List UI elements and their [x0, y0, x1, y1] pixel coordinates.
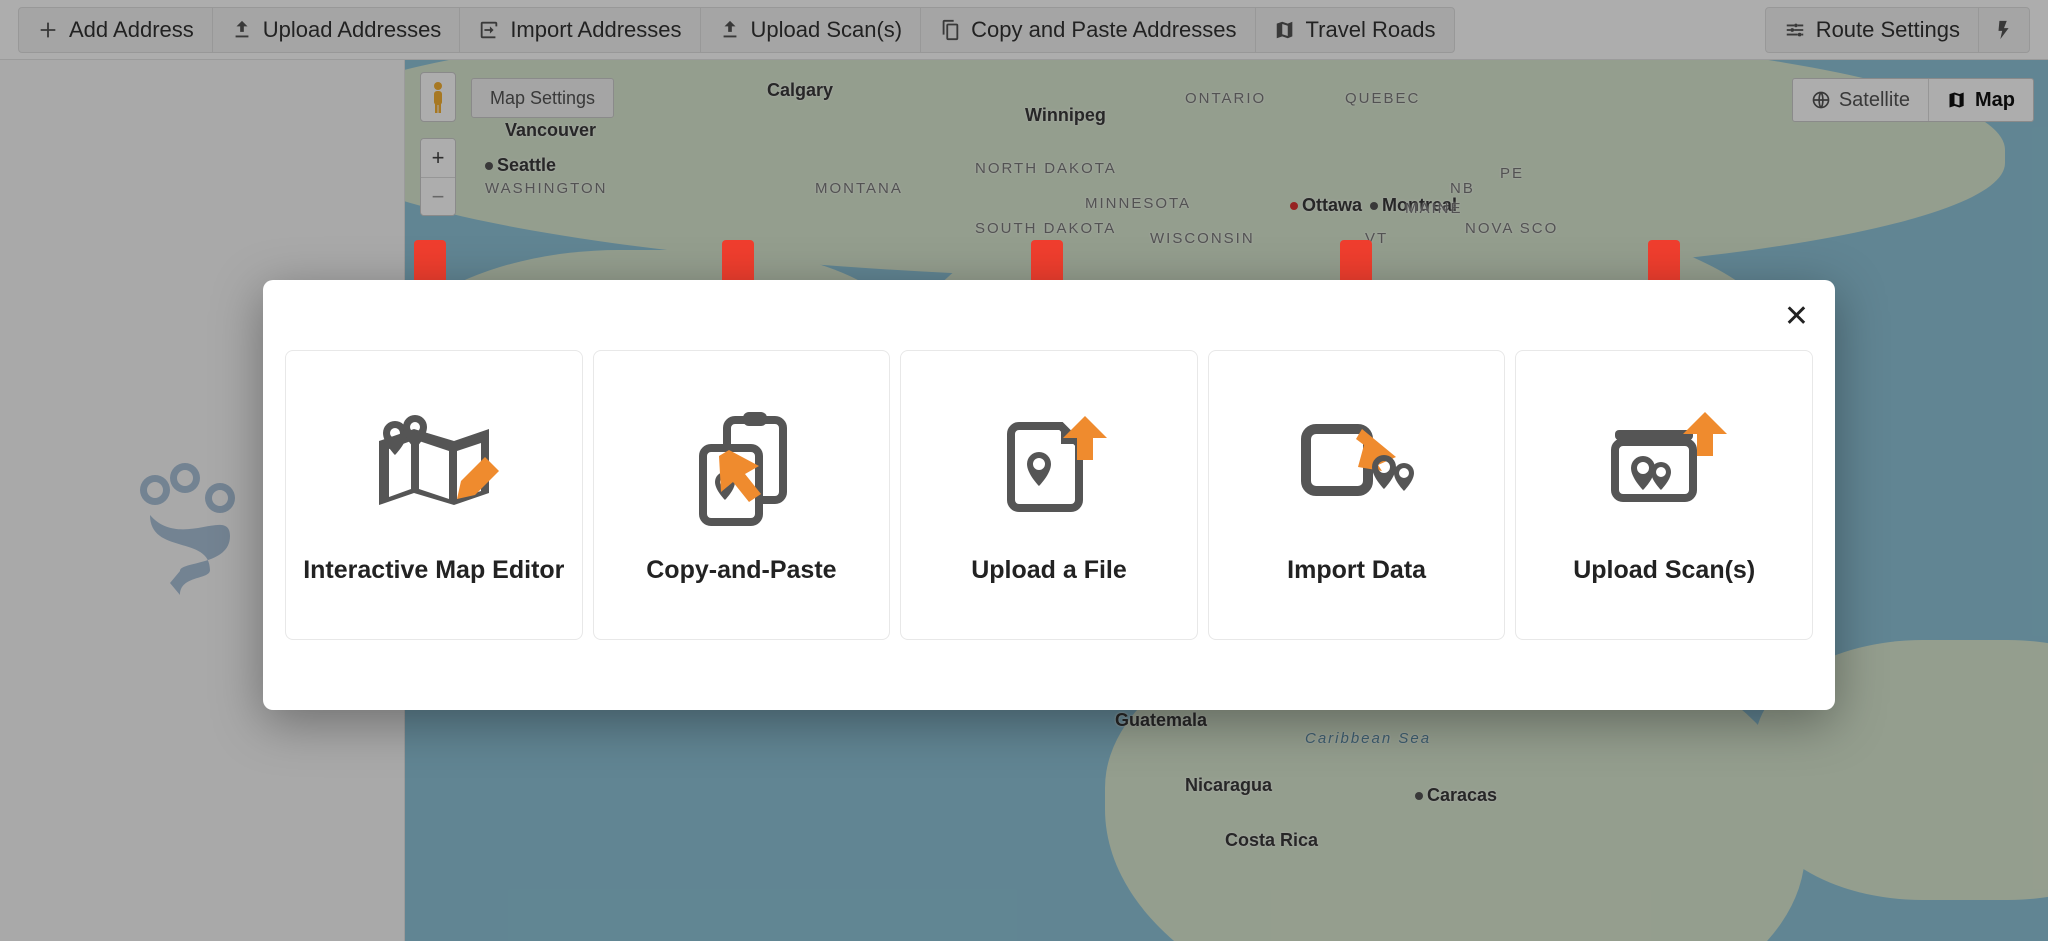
upload-file-icon — [984, 406, 1114, 526]
clipboard-icon — [676, 406, 806, 526]
card-title: Upload Scan(s) — [1573, 556, 1755, 585]
card-upload-scans[interactable]: Upload Scan(s) — [1515, 350, 1813, 640]
upload-scan-icon — [1599, 406, 1729, 526]
add-addresses-modal: ✕ Interactive Map Editor Copy-and-Paste — [263, 280, 1835, 710]
map-editor-icon — [369, 406, 499, 526]
card-copy-and-paste[interactable]: Copy-and-Paste — [593, 350, 891, 640]
card-interactive-map-editor[interactable]: Interactive Map Editor — [285, 350, 583, 640]
close-icon[interactable]: ✕ — [1784, 302, 1809, 332]
import-data-icon — [1292, 406, 1422, 526]
card-import-data[interactable]: Import Data — [1208, 350, 1506, 640]
card-title: Import Data — [1287, 556, 1426, 585]
card-upload-file[interactable]: Upload a File — [900, 350, 1198, 640]
card-title: Copy-and-Paste — [646, 556, 836, 585]
card-title: Upload a File — [971, 556, 1127, 585]
card-title: Interactive Map Editor — [303, 556, 564, 585]
